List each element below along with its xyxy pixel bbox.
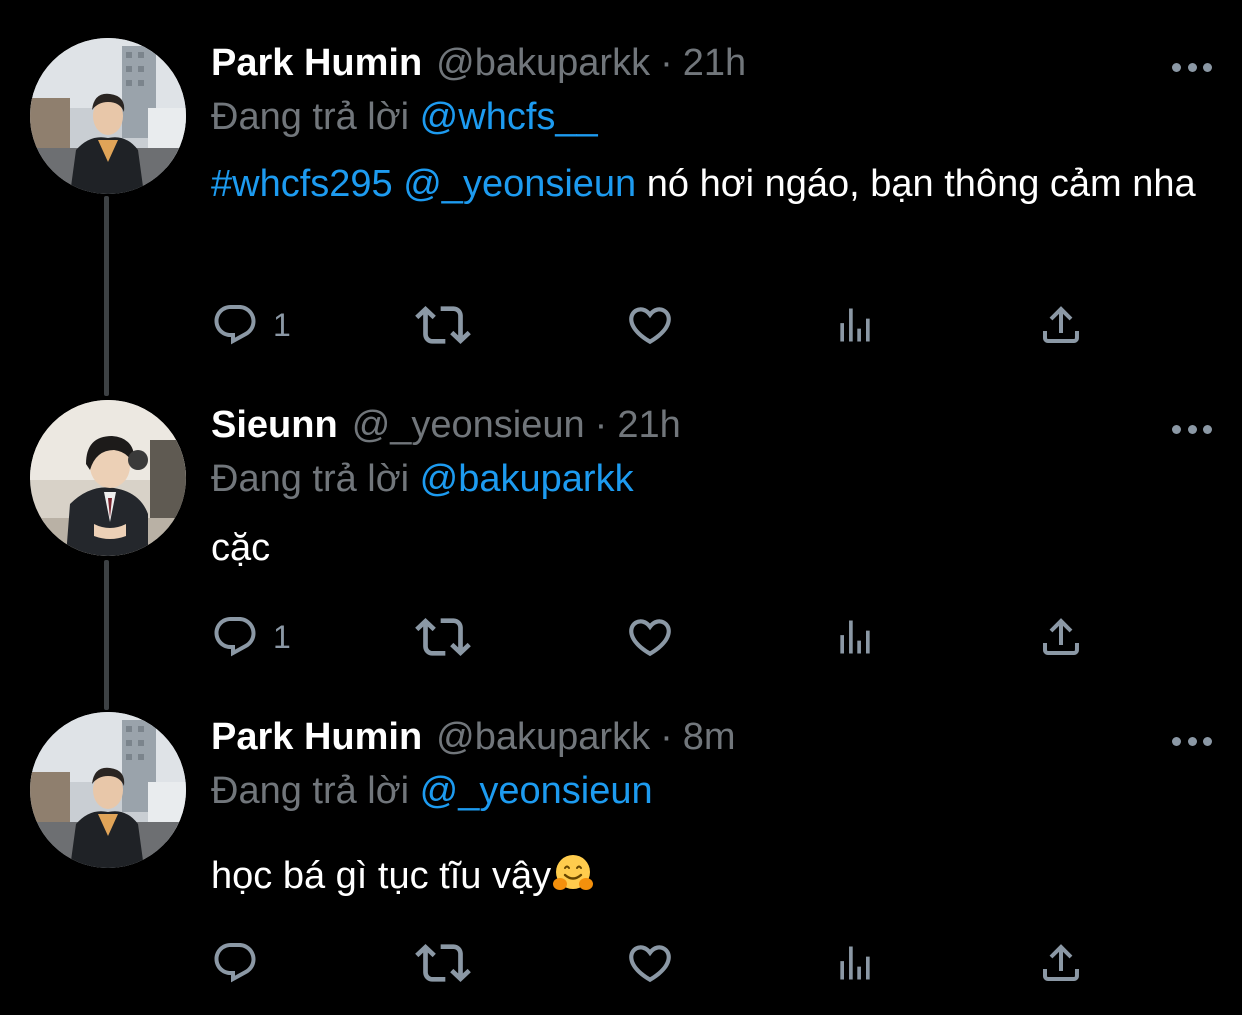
tweet-text-content: nó hơi ngáo, bạn thông cảm nha bbox=[646, 163, 1196, 205]
tweet-text: học bá gì tục tĩu vậy bbox=[211, 850, 1201, 902]
retweet-button[interactable] bbox=[415, 300, 471, 350]
avatar[interactable] bbox=[30, 38, 186, 194]
handle[interactable]: @bakuparkk bbox=[436, 42, 650, 85]
share-button[interactable] bbox=[1037, 938, 1085, 988]
tweet-text-content: cặc bbox=[211, 527, 271, 569]
more-icon[interactable] bbox=[1172, 734, 1212, 748]
tweet-header: Park Humin @bakuparkk · 21h bbox=[211, 42, 746, 96]
thread-line bbox=[104, 560, 109, 710]
retweet-button[interactable] bbox=[415, 938, 471, 988]
share-button[interactable] bbox=[1037, 300, 1085, 350]
timestamp[interactable]: 21h bbox=[683, 42, 746, 85]
retweet-icon bbox=[415, 935, 471, 991]
views-icon bbox=[833, 303, 877, 347]
replying-to: Đang trả lời @_yeonsieun bbox=[211, 770, 653, 813]
views-button[interactable] bbox=[833, 938, 877, 988]
replying-to: Đang trả lời @bakuparkk bbox=[211, 458, 634, 501]
more-icon[interactable] bbox=[1172, 60, 1212, 74]
replying-to-mention[interactable]: @bakuparkk bbox=[420, 458, 634, 500]
views-icon bbox=[833, 941, 877, 985]
tweet-text-content: học bá gì tục tĩu vậy bbox=[211, 855, 552, 897]
hashtag-link[interactable]: #whcfs295 bbox=[211, 163, 393, 205]
replying-to-mention[interactable]: @whcfs__ bbox=[420, 96, 598, 138]
reply-count: 1 bbox=[273, 618, 291, 655]
like-icon bbox=[625, 612, 675, 662]
tweet-text: cặc bbox=[211, 522, 1201, 574]
share-icon bbox=[1037, 939, 1085, 987]
like-icon bbox=[625, 938, 675, 988]
replying-to-label: Đang trả lời bbox=[211, 770, 410, 812]
display-name[interactable]: Park Humin bbox=[211, 716, 422, 759]
avatar-park-humin-icon bbox=[30, 712, 186, 868]
share-icon bbox=[1037, 613, 1085, 661]
reply-button[interactable]: 1 bbox=[211, 300, 291, 350]
avatar[interactable] bbox=[30, 712, 186, 868]
handle[interactable]: @bakuparkk bbox=[436, 716, 650, 759]
avatar[interactable] bbox=[30, 400, 186, 556]
replying-to-label: Đang trả lời bbox=[211, 96, 410, 138]
like-icon bbox=[625, 300, 675, 350]
display-name[interactable]: Sieunn bbox=[211, 404, 338, 447]
thread-line bbox=[104, 196, 109, 396]
reply-icon bbox=[211, 613, 259, 661]
timestamp[interactable]: 8m bbox=[683, 716, 736, 759]
mention-link[interactable]: @_yeonsieun bbox=[403, 163, 636, 205]
reply-count: 1 bbox=[273, 306, 291, 343]
retweet-icon bbox=[415, 297, 471, 353]
handle[interactable]: @_yeonsieun bbox=[352, 404, 585, 447]
views-button[interactable] bbox=[833, 612, 877, 662]
replying-to-label: Đang trả lời bbox=[211, 458, 410, 500]
avatar-park-humin-icon bbox=[30, 38, 186, 194]
replying-to: Đang trả lời @whcfs__ bbox=[211, 96, 598, 139]
retweet-button[interactable] bbox=[415, 612, 471, 662]
replying-to-mention[interactable]: @_yeonsieun bbox=[420, 770, 653, 812]
reply-icon bbox=[211, 301, 259, 349]
reply-button[interactable]: 1 bbox=[211, 612, 291, 662]
separator-dot: · bbox=[660, 716, 673, 758]
reply-icon bbox=[211, 939, 259, 987]
like-button[interactable] bbox=[625, 612, 675, 662]
separator-dot: · bbox=[660, 42, 673, 84]
retweet-icon bbox=[415, 609, 471, 665]
display-name[interactable]: Park Humin bbox=[211, 42, 422, 85]
more-icon[interactable] bbox=[1172, 422, 1212, 436]
action-bar bbox=[211, 938, 1091, 988]
share-icon bbox=[1037, 301, 1085, 349]
timestamp[interactable]: 21h bbox=[617, 404, 680, 447]
action-bar: 1 bbox=[211, 300, 1091, 350]
like-button[interactable] bbox=[625, 300, 675, 350]
like-button[interactable] bbox=[625, 938, 675, 988]
separator-dot: · bbox=[594, 404, 608, 446]
views-icon bbox=[833, 615, 877, 659]
share-button[interactable] bbox=[1037, 612, 1085, 662]
tweet-header: Sieunn @_yeonsieun · 21h bbox=[211, 404, 681, 458]
tweet-header: Park Humin @bakuparkk · 8m bbox=[211, 716, 736, 770]
views-button[interactable] bbox=[833, 300, 877, 350]
tweet-text: #whcfs295 @_yeonsieun nó hơi ngáo, bạn t… bbox=[211, 158, 1201, 210]
action-bar: 1 bbox=[211, 612, 1091, 662]
hugging-face-emoji-icon bbox=[553, 855, 594, 890]
avatar-sieunn-icon bbox=[30, 400, 186, 556]
reply-button[interactable] bbox=[211, 938, 273, 988]
